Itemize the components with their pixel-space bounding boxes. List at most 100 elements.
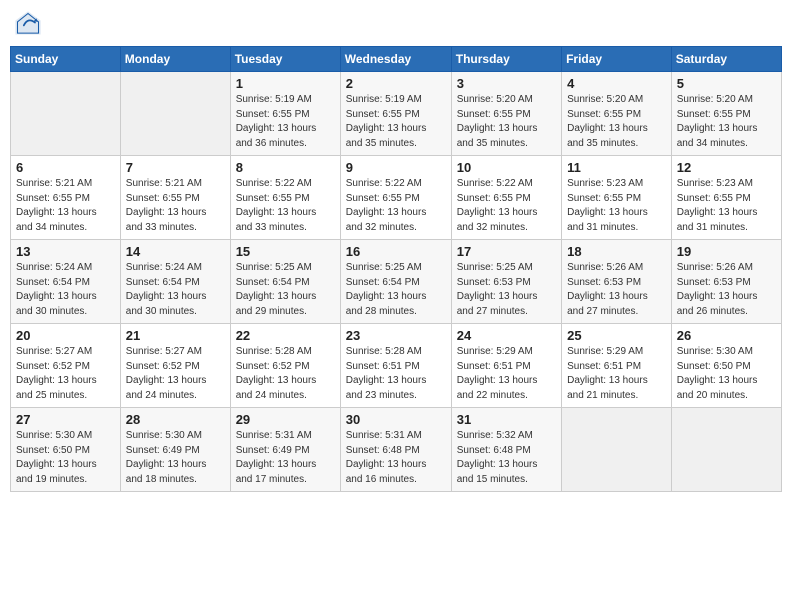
day-number: 30 bbox=[346, 412, 446, 427]
day-info: Sunrise: 5:19 AM Sunset: 6:55 PM Dayligh… bbox=[346, 93, 446, 151]
day-number: 2 bbox=[346, 76, 446, 91]
day-info: Sunrise: 5:31 AM Sunset: 6:48 PM Dayligh… bbox=[346, 429, 446, 487]
calendar-week-2: 6 Sunrise: 5:21 AM Sunset: 6:55 PM Daylig… bbox=[11, 156, 782, 240]
day-number: 25 bbox=[567, 328, 666, 343]
calendar-cell: 27 Sunrise: 5:30 AM Sunset: 6:50 PM Dayli… bbox=[11, 408, 121, 492]
calendar-cell: 29Sunrise: 5:31 AM Sunset: 6:49 PM Dayli… bbox=[230, 408, 340, 492]
day-info: Sunrise: 5:25 AM Sunset: 6:54 PM Dayligh… bbox=[346, 261, 446, 319]
day-number: 7 bbox=[126, 160, 225, 175]
day-number: 31 bbox=[457, 412, 556, 427]
calendar-cell: 18 Sunrise: 5:26 AM Sunset: 6:53 PM Dayli… bbox=[562, 240, 672, 324]
calendar-cell: 28Sunrise: 5:30 AM Sunset: 6:49 PM Dayli… bbox=[120, 408, 230, 492]
day-number: 20 bbox=[16, 328, 115, 343]
day-number: 23 bbox=[346, 328, 446, 343]
day-number: 3 bbox=[457, 76, 556, 91]
day-header-tuesday: Tuesday bbox=[230, 47, 340, 72]
calendar-cell: 12 Sunrise: 5:23 AM Sunset: 6:55 PM Dayli… bbox=[671, 156, 781, 240]
calendar-cell: 21 Sunrise: 5:27 AM Sunset: 6:52 PM Dayli… bbox=[120, 324, 230, 408]
calendar-cell: 26 Sunrise: 5:30 AM Sunset: 6:50 PM Dayli… bbox=[671, 324, 781, 408]
calendar-cell: 3 Sunrise: 5:20 AM Sunset: 6:55 PM Daylig… bbox=[451, 72, 561, 156]
day-info: Sunrise: 5:23 AM Sunset: 6:55 PM Dayligh… bbox=[677, 177, 776, 235]
calendar-cell: 16 Sunrise: 5:25 AM Sunset: 6:54 PM Dayli… bbox=[340, 240, 451, 324]
day-info: Sunrise: 5:22 AM Sunset: 6:55 PM Dayligh… bbox=[457, 177, 556, 235]
day-info: Sunrise: 5:30 AM Sunset: 6:50 PM Dayligh… bbox=[16, 429, 115, 487]
day-number: 26 bbox=[677, 328, 776, 343]
day-number: 19 bbox=[677, 244, 776, 259]
calendar-cell: 2 Sunrise: 5:19 AM Sunset: 6:55 PM Daylig… bbox=[340, 72, 451, 156]
logo-icon bbox=[14, 10, 42, 38]
day-number: 18 bbox=[567, 244, 666, 259]
day-info: Sunrise: 5:26 AM Sunset: 6:53 PM Dayligh… bbox=[677, 261, 776, 319]
day-info: Sunrise: 5:30 AM Sunset: 6:50 PM Dayligh… bbox=[677, 345, 776, 403]
calendar-cell: 31 Sunrise: 5:32 AM Sunset: 6:48 PM Dayli… bbox=[451, 408, 561, 492]
day-header-thursday: Thursday bbox=[451, 47, 561, 72]
day-info: Sunrise: 5:25 AM Sunset: 6:53 PM Dayligh… bbox=[457, 261, 556, 319]
day-number: 14 bbox=[126, 244, 225, 259]
day-number: 28 bbox=[126, 412, 225, 427]
day-info: Sunrise: 5:20 AM Sunset: 6:55 PM Dayligh… bbox=[457, 93, 556, 151]
day-info: Sunrise: 5:29 AM Sunset: 6:51 PM Dayligh… bbox=[567, 345, 666, 403]
page-header bbox=[10, 10, 782, 38]
logo bbox=[14, 10, 46, 38]
calendar-cell: 14Sunrise: 5:24 AM Sunset: 6:54 PM Dayli… bbox=[120, 240, 230, 324]
day-info: Sunrise: 5:21 AM Sunset: 6:55 PM Dayligh… bbox=[16, 177, 115, 235]
day-info: Sunrise: 5:19 AM Sunset: 6:55 PM Dayligh… bbox=[236, 93, 335, 151]
calendar-week-1: 1Sunrise: 5:19 AM Sunset: 6:55 PM Daylig… bbox=[11, 72, 782, 156]
day-info: Sunrise: 5:24 AM Sunset: 6:54 PM Dayligh… bbox=[16, 261, 115, 319]
calendar-cell: 7 Sunrise: 5:21 AM Sunset: 6:55 PM Daylig… bbox=[120, 156, 230, 240]
day-info: Sunrise: 5:20 AM Sunset: 6:55 PM Dayligh… bbox=[567, 93, 666, 151]
day-number: 13 bbox=[16, 244, 115, 259]
day-number: 21 bbox=[126, 328, 225, 343]
calendar-cell: 4 Sunrise: 5:20 AM Sunset: 6:55 PM Daylig… bbox=[562, 72, 672, 156]
day-number: 15 bbox=[236, 244, 335, 259]
day-info: Sunrise: 5:22 AM Sunset: 6:55 PM Dayligh… bbox=[346, 177, 446, 235]
calendar-week-3: 13 Sunrise: 5:24 AM Sunset: 6:54 PM Dayli… bbox=[11, 240, 782, 324]
calendar-cell: 15 Sunrise: 5:25 AM Sunset: 6:54 PM Dayli… bbox=[230, 240, 340, 324]
day-number: 8 bbox=[236, 160, 335, 175]
day-number: 9 bbox=[346, 160, 446, 175]
day-number: 16 bbox=[346, 244, 446, 259]
calendar-cell: 23 Sunrise: 5:28 AM Sunset: 6:51 PM Dayli… bbox=[340, 324, 451, 408]
calendar-cell: 1Sunrise: 5:19 AM Sunset: 6:55 PM Daylig… bbox=[230, 72, 340, 156]
day-info: Sunrise: 5:26 AM Sunset: 6:53 PM Dayligh… bbox=[567, 261, 666, 319]
calendar-cell: 30 Sunrise: 5:31 AM Sunset: 6:48 PM Dayli… bbox=[340, 408, 451, 492]
calendar-week-5: 27 Sunrise: 5:30 AM Sunset: 6:50 PM Dayli… bbox=[11, 408, 782, 492]
day-info: Sunrise: 5:27 AM Sunset: 6:52 PM Dayligh… bbox=[126, 345, 225, 403]
calendar-cell: 13 Sunrise: 5:24 AM Sunset: 6:54 PM Dayli… bbox=[11, 240, 121, 324]
day-number: 4 bbox=[567, 76, 666, 91]
calendar-table: SundayMondayTuesdayWednesdayThursdayFrid… bbox=[10, 46, 782, 492]
calendar-cell: 17 Sunrise: 5:25 AM Sunset: 6:53 PM Dayli… bbox=[451, 240, 561, 324]
day-header-friday: Friday bbox=[562, 47, 672, 72]
day-info: Sunrise: 5:31 AM Sunset: 6:49 PM Dayligh… bbox=[236, 429, 335, 487]
day-number: 24 bbox=[457, 328, 556, 343]
calendar-cell: 24Sunrise: 5:29 AM Sunset: 6:51 PM Dayli… bbox=[451, 324, 561, 408]
day-info: Sunrise: 5:32 AM Sunset: 6:48 PM Dayligh… bbox=[457, 429, 556, 487]
calendar-cell: 6 Sunrise: 5:21 AM Sunset: 6:55 PM Daylig… bbox=[11, 156, 121, 240]
day-info: Sunrise: 5:27 AM Sunset: 6:52 PM Dayligh… bbox=[16, 345, 115, 403]
day-info: Sunrise: 5:20 AM Sunset: 6:55 PM Dayligh… bbox=[677, 93, 776, 151]
day-header-wednesday: Wednesday bbox=[340, 47, 451, 72]
day-info: Sunrise: 5:21 AM Sunset: 6:55 PM Dayligh… bbox=[126, 177, 225, 235]
calendar-cell bbox=[562, 408, 672, 492]
calendar-cell bbox=[120, 72, 230, 156]
day-info: Sunrise: 5:22 AM Sunset: 6:55 PM Dayligh… bbox=[236, 177, 335, 235]
calendar-cell: 20 Sunrise: 5:27 AM Sunset: 6:52 PM Dayli… bbox=[11, 324, 121, 408]
day-number: 12 bbox=[677, 160, 776, 175]
calendar-body: 1Sunrise: 5:19 AM Sunset: 6:55 PM Daylig… bbox=[11, 72, 782, 492]
day-number: 10 bbox=[457, 160, 556, 175]
day-number: 6 bbox=[16, 160, 115, 175]
day-info: Sunrise: 5:23 AM Sunset: 6:55 PM Dayligh… bbox=[567, 177, 666, 235]
day-info: Sunrise: 5:25 AM Sunset: 6:54 PM Dayligh… bbox=[236, 261, 335, 319]
calendar-cell: 19 Sunrise: 5:26 AM Sunset: 6:53 PM Dayli… bbox=[671, 240, 781, 324]
day-info: Sunrise: 5:28 AM Sunset: 6:51 PM Dayligh… bbox=[346, 345, 446, 403]
day-info: Sunrise: 5:28 AM Sunset: 6:52 PM Dayligh… bbox=[236, 345, 335, 403]
day-number: 17 bbox=[457, 244, 556, 259]
day-header-saturday: Saturday bbox=[671, 47, 781, 72]
day-number: 27 bbox=[16, 412, 115, 427]
calendar-cell: 9 Sunrise: 5:22 AM Sunset: 6:55 PM Daylig… bbox=[340, 156, 451, 240]
calendar-header: SundayMondayTuesdayWednesdayThursdayFrid… bbox=[11, 47, 782, 72]
day-number: 5 bbox=[677, 76, 776, 91]
day-number: 11 bbox=[567, 160, 666, 175]
calendar-cell bbox=[11, 72, 121, 156]
day-number: 22 bbox=[236, 328, 335, 343]
